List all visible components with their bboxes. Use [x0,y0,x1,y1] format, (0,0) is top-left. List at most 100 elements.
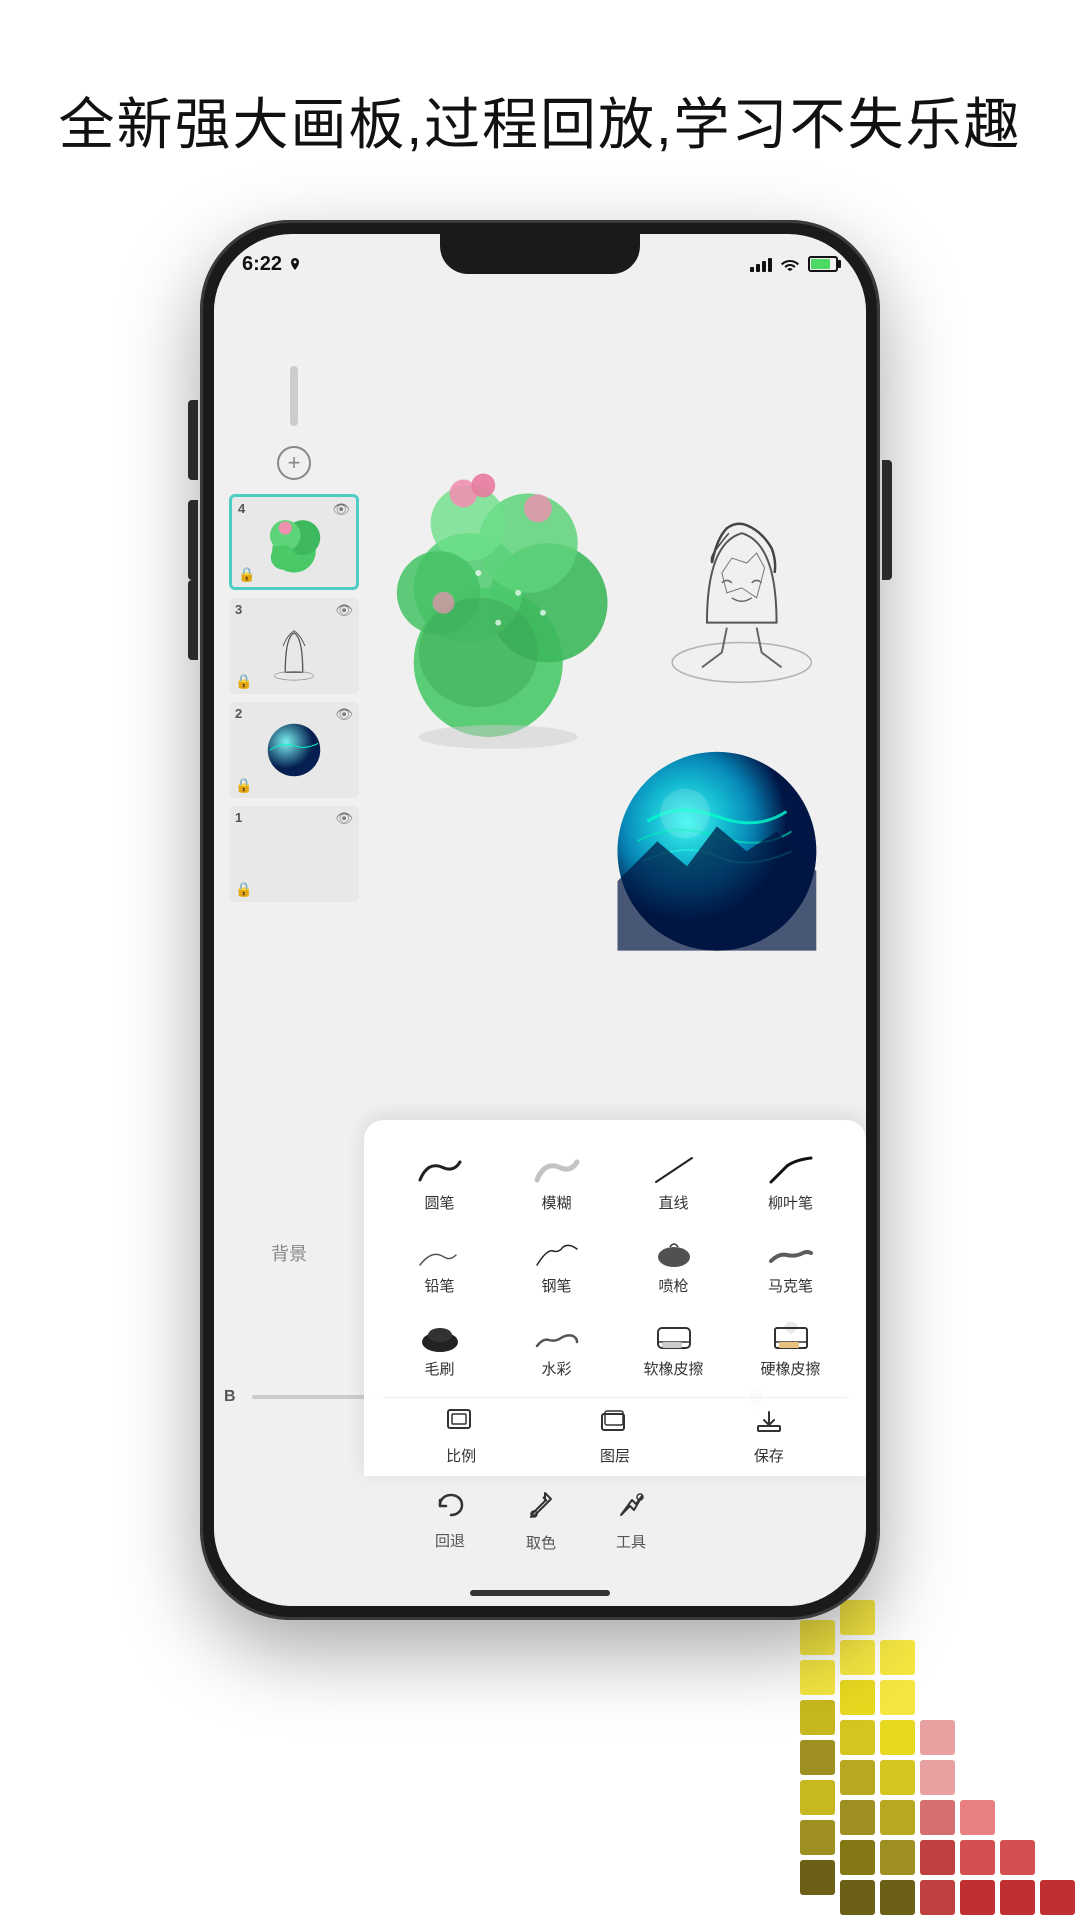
pen-brush-label: 钢笔 [541,1275,571,1296]
brush-item-pencil[interactable]: 铅笔 [384,1227,495,1304]
layer-eye-1[interactable]: 👁 [335,810,353,827]
status-icons [750,256,838,272]
tool-label: 工具 [616,1531,646,1552]
layer-thumb-cactus [254,507,334,577]
brush-grid: 圆笔 模糊 直线 [384,1144,846,1387]
brush-item-blur[interactable]: 模糊 [501,1144,612,1221]
tool-save[interactable]: 保存 [692,1408,846,1466]
scroll-indicator[interactable] [290,366,298,426]
round-brush-icon [416,1152,464,1188]
save-icon [754,1408,784,1441]
willow-brush-label: 柳叶笔 [768,1192,813,1213]
layer-number-4: 4 [238,501,245,516]
layer-lock-3[interactable]: 🔒 [235,673,252,690]
add-layer-button[interactable]: + [277,446,311,480]
brush-item-watercolor[interactable]: 水彩 [501,1310,612,1387]
line-brush-label: 直线 [658,1192,688,1213]
watercolor-brush-label: 水彩 [541,1358,571,1379]
tool-layers[interactable]: 图层 [538,1408,692,1466]
pen-brush-icon [533,1235,581,1271]
layer-item-2[interactable]: 2 🔒 👁 [229,702,359,798]
soft-eraser-icon [650,1318,698,1354]
phone-outer: 6:22 [200,220,880,1620]
sphere-drawing [618,752,817,951]
tool-row: 比例 图层 [384,1397,846,1466]
marker-brush-icon [767,1235,815,1271]
layer-lock-1[interactable]: 🔒 [235,881,252,898]
undo-label: 回退 [435,1530,465,1551]
pencil-brush-icon [416,1235,464,1271]
drawing-area[interactable] [369,338,866,1126]
layer-thumb-4: 4 🔒 👁 [229,494,359,590]
fur-brush-label: 毛刷 [424,1358,454,1379]
brush-item-brush[interactable]: 毛刷 [384,1310,495,1387]
layer-thumb-2: 2 🔒 👁 [229,702,359,798]
layer-thumb-3: 3 🔒 👁 [229,598,359,694]
color-pick-label: 取色 [526,1532,556,1553]
color-pick-button[interactable]: 取色 [526,1489,556,1553]
eyedropper-icon [527,1489,555,1528]
bottom-toolbar: 回退 取色 [214,1476,866,1566]
brush-item-line[interactable]: 直线 [618,1144,729,1221]
undo-icon [434,1491,466,1526]
save-label: 保存 [754,1445,784,1466]
layer-number-1: 1 [235,810,242,825]
pencil-brush-label: 铅笔 [424,1275,454,1296]
layer-thumb-bust [254,611,334,681]
canvas-svg [369,338,866,1126]
signal-icon [750,256,772,272]
brush-item-soft-eraser[interactable]: 软橡皮擦 [618,1310,729,1387]
notch [440,234,640,274]
layer-lock-4[interactable]: 🔒 [238,566,255,583]
brush-item-round[interactable]: 圆笔 [384,1144,495,1221]
home-indicator [470,1590,610,1596]
layer-thumb-sphere [254,715,334,785]
tool-ratio[interactable]: 比例 [384,1408,538,1466]
hard-eraser-label: 硬橡皮擦 [760,1358,820,1379]
header-title: 全新强大画板,过程回放,学习不失乐趣 [0,80,1080,161]
layer-lock-2[interactable]: 🔒 [235,777,252,794]
layer-eye-4[interactable]: 👁 [332,501,350,518]
layer-item-4[interactable]: 4 🔒 👁 [229,494,359,590]
brush-item-spray[interactable]: 喷枪 [618,1227,729,1304]
ratio-icon [446,1408,476,1441]
tool-button[interactable]: 工具 [616,1490,646,1552]
blur-brush-label: 模糊 [541,1192,571,1213]
location-icon [288,257,302,271]
layer-eye-2[interactable]: 👁 [335,706,353,723]
brush-item-pen[interactable]: 钢笔 [501,1227,612,1304]
canvas-area: + 4 🔒 👁 [214,286,866,1606]
left-panel: + 4 🔒 👁 [214,346,374,1266]
layer-number-2: 2 [235,706,242,721]
round-brush-label: 圆笔 [424,1192,454,1213]
phone-screen: 6:22 [214,234,866,1606]
layer-number-3: 3 [235,602,242,617]
layers-icon [600,1408,630,1441]
hard-eraser-icon [767,1318,815,1354]
marker-brush-label: 马克笔 [768,1275,813,1296]
wifi-icon [780,257,800,271]
watercolor-brush-icon [533,1318,581,1354]
brush-item-willow[interactable]: 柳叶笔 [735,1144,846,1221]
ratio-label: 比例 [446,1445,476,1466]
layers-label: 图层 [600,1445,630,1466]
layer-item-3[interactable]: 3 🔒 👁 [229,598,359,694]
background-label: 背景 [214,1240,364,1266]
willow-brush-icon [767,1152,815,1188]
layer-eye-3[interactable]: 👁 [335,602,353,619]
spray-brush-icon [650,1235,698,1271]
slider-label: B [224,1388,244,1406]
brush-item-hard-eraser[interactable]: 硬橡皮擦 [735,1310,846,1387]
layer-thumb-1: 1 🔒 👁 [229,806,359,902]
status-time: 6:22 [242,253,302,276]
bust-drawing [672,524,811,682]
layer-item-1[interactable]: 1 🔒 👁 [229,806,359,902]
spray-brush-label: 喷枪 [658,1275,688,1296]
cactus-drawing [397,474,608,749]
blur-brush-icon [533,1152,581,1188]
battery-icon [808,256,838,272]
tool-icon [616,1490,646,1527]
brush-item-marker[interactable]: 马克笔 [735,1227,846,1304]
phone-frame: 6:22 [200,220,880,1640]
undo-button[interactable]: 回退 [434,1491,466,1551]
